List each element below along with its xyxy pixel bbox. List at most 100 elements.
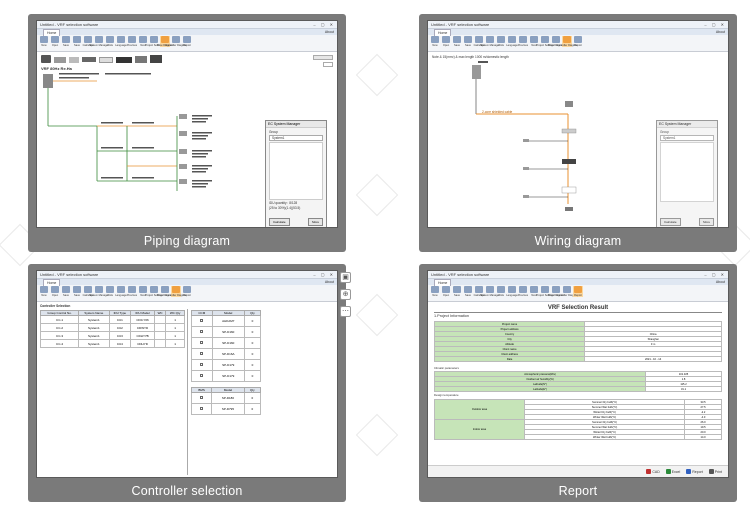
table-row[interactable]: SP-D160 0 [191,326,262,338]
toolbar-button-open[interactable]: Open [441,286,451,297]
toolbar-button-system-manager[interactable]: System Manager [480,36,500,47]
toolbar-button-save[interactable]: Save [452,36,462,47]
equipment-icon[interactable] [99,57,113,63]
row-checkbox[interactable] [200,374,204,377]
indoor-unit[interactable] [561,186,577,194]
toolbar-button-previous[interactable]: Previous [127,286,137,297]
toolbar-button-previous[interactable]: Previous [518,286,528,297]
equipment-icon[interactable] [150,55,162,63]
row-checkbox[interactable] [200,341,204,344]
tab-home[interactable]: Home [434,29,452,36]
outdoor-unit[interactable] [43,74,53,88]
toolbar-button-new[interactable]: New [430,36,440,47]
about-link[interactable]: About [325,29,334,35]
toolbar-button-report[interactable]: Report [182,286,192,297]
toolbar-button-new[interactable]: New [39,36,49,47]
toolbar-button-units[interactable]: Units [105,286,115,297]
tab-home[interactable]: Home [43,29,61,36]
toolbar-button-system-manager[interactable]: System Manager [89,36,109,47]
toolbar-button-open[interactable]: Open [441,36,451,47]
about-link[interactable]: About [325,279,334,285]
report-view[interactable]: VRF Selection Result 1.Project Informati… [428,303,728,477]
group-list[interactable] [660,142,714,202]
row-checkbox[interactable] [200,407,204,410]
toolbar-button-language[interactable]: Language [506,36,518,47]
table-row[interactable]: CC-4 System1 CU4 CDHYD 1 [39,339,185,348]
more-button[interactable]: More [308,218,323,226]
toolbar-button-report[interactable]: Report [573,286,583,297]
zoom-select[interactable] [323,62,333,67]
toolbar-button-language[interactable]: Language [506,286,518,297]
toolbar-button-controller-diagram[interactable]: Controller Diagram [556,286,578,297]
export-print-button[interactable]: Print [708,469,722,474]
toolbar-button-save[interactable]: Save [72,286,82,297]
group-list-item[interactable]: System1 [269,135,323,141]
calculate-button[interactable]: Calculate [660,218,681,226]
window-controls[interactable]: – ▢ ✕ [313,271,335,279]
toolbar-button-previous[interactable]: Previous [127,36,137,47]
export-report-button[interactable]: Report [686,469,703,474]
indoor-unit[interactable] [179,131,187,136]
toolbar-button-system-manager[interactable]: System Manager [480,286,500,297]
tab-home[interactable]: Home [43,279,61,286]
group-list-item[interactable]: System1 [660,135,714,141]
toolbar-button-previous[interactable]: Previous [518,36,528,47]
equipment-icon[interactable] [69,57,79,63]
toolbar-button-save[interactable]: Save [463,36,473,47]
export-excel-button[interactable]: Excel [665,469,680,474]
table-row[interactable]: Date 2021 - 10 - 14 [433,356,722,362]
piping-canvas[interactable]: VRF 80Hz Re.Ha EC System Manager Group S… [37,53,337,227]
toolbar-button-report[interactable]: Report [182,36,192,47]
image-icon[interactable]: ▣ [340,272,351,283]
table-row[interactable]: Latitude(E°) 31.1 [433,386,722,392]
toolbar-button-save[interactable]: Save [452,286,462,297]
equipment-icon[interactable] [54,57,66,63]
indoor-unit[interactable] [561,128,577,134]
toolbar-button-new[interactable]: New [430,286,440,297]
toolbar-button-report[interactable]: Report [573,36,583,47]
table-row[interactable]: CC-1 System1 CU1 CD0-Y06 1 [39,315,185,324]
table-row[interactable]: SP-D160 0 [191,337,262,349]
toolbar-button-units[interactable]: Units [496,286,506,297]
toolbar-button-language[interactable]: Language [115,286,127,297]
equipment-icon[interactable] [41,55,51,63]
calculate-button[interactable]: Calculate [269,218,290,226]
table-row[interactable]: CC-3 System1 CU3 CDHY7B 1 [39,331,185,340]
row-checkbox[interactable] [200,330,204,333]
table-row[interactable]: SP-D180 0 [190,392,262,404]
toolbar-button-controller-diagram[interactable]: Controller Diagram [556,36,578,47]
row-checkbox[interactable] [200,319,204,322]
toolbar-button-save[interactable]: Save [61,36,71,47]
equipment-icon[interactable] [116,57,132,63]
export-cad-button[interactable]: CAD [646,469,660,474]
indoor-unit[interactable] [179,179,187,184]
zoom-icon[interactable]: ⊕ [340,289,351,300]
toolbar-button-save[interactable]: Save [72,36,82,47]
wiring-canvas[interactable]: Note & 15(mm²) & max length 1000 m/domes… [428,53,728,227]
group-list[interactable] [269,142,323,200]
equipment-icon[interactable] [82,57,96,62]
indoor-unit[interactable] [179,114,187,119]
toolbar-button-open[interactable]: Open [50,36,60,47]
toolbar-button-system-manager[interactable]: System Manager [89,286,109,297]
toolbar-button-language[interactable]: Language [115,36,127,47]
window-controls[interactable]: – ▢ ✕ [313,21,335,29]
toolbar-button-units[interactable]: Units [105,36,115,47]
table-row[interactable]: SP-D179 0 [191,370,262,382]
table-row[interactable]: CC-2 System1 CU2 CDWYD 1 [39,323,185,332]
window-controls[interactable]: – ▢ ✕ [704,271,726,279]
more-icon[interactable]: ⋯ [340,306,351,317]
window-controls[interactable]: – ▢ ✕ [704,21,726,29]
zoom-slider[interactable] [313,55,333,60]
table-row[interactable]: SP-D179 0 [191,359,262,371]
indoor-unit[interactable] [562,159,576,164]
about-link[interactable]: About [716,29,725,35]
table-row[interactable]: AHKAM7 0 [191,315,262,327]
toolbar-button-units[interactable]: Units [496,36,506,47]
toolbar-button-save[interactable]: Save [463,286,473,297]
equipment-icon[interactable] [135,56,147,63]
toolbar-button-new[interactable]: New [39,286,49,297]
row-checkbox[interactable] [200,363,204,366]
toolbar-button-open[interactable]: Open [50,286,60,297]
indoor-unit[interactable] [565,101,573,107]
